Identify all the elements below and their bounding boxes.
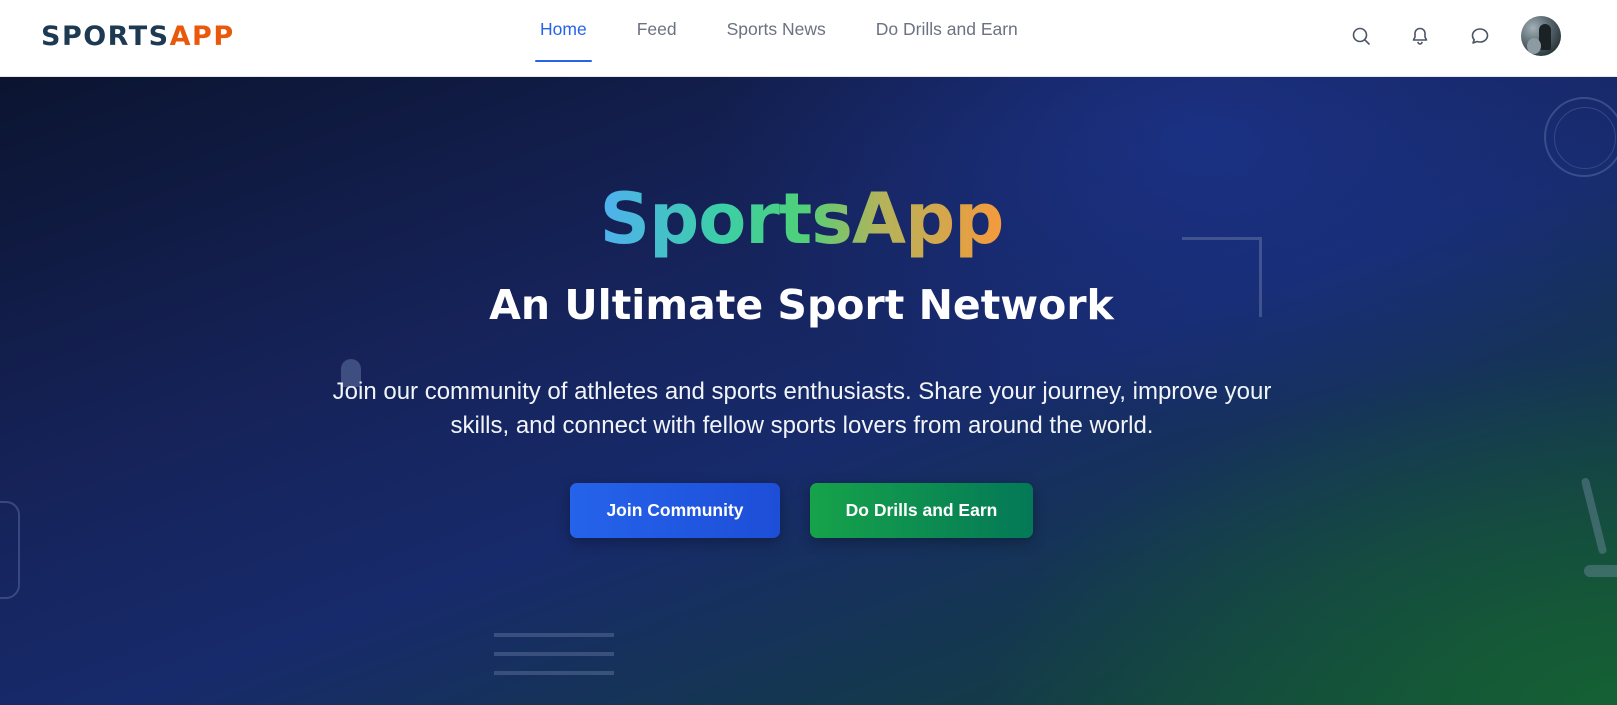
logo-text-app: APP [169, 21, 235, 52]
decorative-stick-base [1584, 565, 1617, 577]
search-icon[interactable] [1349, 24, 1373, 48]
hero-subtitle: An Ultimate Sport Network [489, 281, 1114, 329]
decorative-ring [1544, 97, 1617, 177]
hero-title: SportsApp [0, 177, 1603, 261]
decorative-ring-inner [1554, 107, 1616, 169]
tab-sports-news[interactable]: Sports News [722, 0, 831, 62]
do-drills-and-earn-button[interactable]: Do Drills and Earn [810, 483, 1033, 538]
decorative-stick [1580, 477, 1608, 555]
tab-do-drills-and-earn[interactable]: Do Drills and Earn [871, 0, 1023, 62]
main-nav: Home Feed Sports News Do Drills and Earn [535, 0, 1063, 77]
hero-title-text: SportsApp [599, 178, 1005, 260]
decorative-arc [0, 501, 20, 599]
join-community-button[interactable]: Join Community [570, 483, 780, 538]
bell-icon[interactable] [1408, 24, 1432, 48]
hero-section: SportsApp An Ultimate Sport Network Join… [0, 77, 1617, 705]
logo-text-sports: SPORTS [41, 21, 170, 52]
user-avatar[interactable] [1521, 16, 1561, 56]
tab-home[interactable]: Home [535, 0, 592, 62]
app-logo[interactable]: SPORTSAPP [41, 20, 235, 54]
tab-feed[interactable]: Feed [632, 0, 682, 62]
decorative-lines [494, 633, 614, 679]
hero-description: Join our community of athletes and sport… [332, 378, 1272, 439]
chat-icon[interactable] [1468, 24, 1492, 48]
top-navbar: SPORTSAPP Home Feed Sports News Do Drill… [0, 0, 1617, 77]
